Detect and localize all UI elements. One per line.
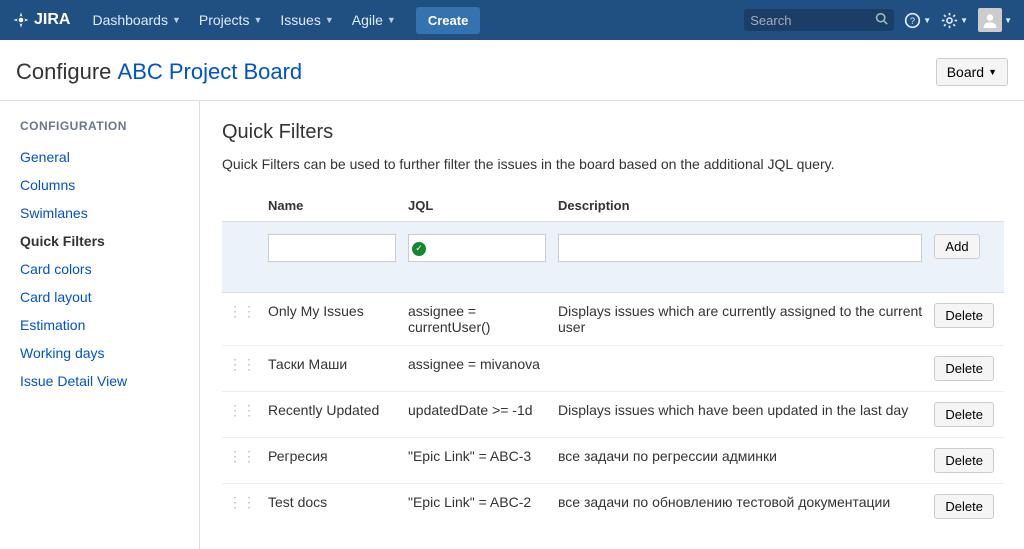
delete-button[interactable]: Delete xyxy=(934,356,994,381)
add-name-input[interactable] xyxy=(268,234,396,262)
sidebar-item-link[interactable]: Columns xyxy=(20,177,75,193)
sidebar-item[interactable]: General xyxy=(20,143,185,171)
sidebar-item-link[interactable]: General xyxy=(20,149,70,165)
sidebar: CONFIGURATION General Columns Swimlanes Qui… xyxy=(0,101,200,549)
page-header: Configure ABC Project Board Board ▼ xyxy=(0,40,1024,101)
sidebar-item[interactable]: Issue Detail View xyxy=(20,367,185,395)
sidebar-heading: CONFIGURATION xyxy=(20,119,185,133)
chevron-down-icon: ▼ xyxy=(960,16,968,25)
help-menu[interactable]: ? ▼ xyxy=(904,12,931,29)
filter-jql: "Epic Link" = ABC-3 xyxy=(402,437,552,483)
sidebar-item[interactable]: Card colors xyxy=(20,255,185,283)
chevron-down-icon: ▼ xyxy=(172,15,181,25)
sidebar-item-link[interactable]: Swimlanes xyxy=(20,205,88,221)
filter-row: ⋮⋮ Only My Issuesassignee = currentUser()… xyxy=(222,292,1004,345)
filter-name: Test docs xyxy=(262,483,402,529)
drag-handle-icon[interactable]: ⋮⋮ xyxy=(228,403,256,417)
help-icon: ? xyxy=(904,12,921,29)
top-nav: JIRA Dashboards▼ Projects▼ Issues▼ Agile… xyxy=(0,0,1024,40)
drag-handle-icon[interactable]: ⋮⋮ xyxy=(228,449,256,463)
sidebar-item-link[interactable]: Estimation xyxy=(20,317,85,333)
add-filter-row: ✓ Add xyxy=(222,222,1004,293)
sidebar-item[interactable]: Card layout xyxy=(20,283,185,311)
create-button[interactable]: Create xyxy=(416,7,480,34)
filter-description xyxy=(552,345,928,391)
filter-name: Recently Updated xyxy=(262,391,402,437)
sidebar-item-link[interactable]: Issue Detail View xyxy=(20,373,127,389)
col-name: Name xyxy=(262,190,402,222)
app-logo-text: JIRA xyxy=(34,11,70,29)
nav-dashboards[interactable]: Dashboards▼ xyxy=(84,4,188,36)
filters-table: Name JQL Description ✓ xyxy=(222,190,1004,529)
jql-valid-icon: ✓ xyxy=(412,242,426,256)
chevron-down-icon: ▼ xyxy=(325,15,334,25)
filter-row: ⋮⋮ Регресия"Epic Link" = ABC-3все задачи … xyxy=(222,437,1004,483)
nav-agile[interactable]: Agile▼ xyxy=(344,4,404,36)
nav-issues[interactable]: Issues▼ xyxy=(272,4,341,36)
filter-jql: updatedDate >= -1d xyxy=(402,391,552,437)
search-box[interactable] xyxy=(744,9,894,31)
filter-row: ⋮⋮ Test docs"Epic Link" = ABC-2все задачи… xyxy=(222,483,1004,529)
nav-items: Dashboards▼ Projects▼ Issues▼ Agile▼ Cre… xyxy=(84,4,480,36)
sidebar-item[interactable]: Estimation xyxy=(20,311,185,339)
filter-jql: assignee = mivanova xyxy=(402,345,552,391)
chevron-down-icon: ▼ xyxy=(387,15,396,25)
filter-description: все задачи по обновлению тестовой докуме… xyxy=(552,483,928,529)
filter-description: Displays issues which have been updated … xyxy=(552,391,928,437)
drag-handle-icon[interactable]: ⋮⋮ xyxy=(228,495,256,509)
board-name-link[interactable]: ABC Project Board xyxy=(118,59,303,84)
admin-menu[interactable]: ▼ xyxy=(941,12,968,29)
search-icon xyxy=(875,12,888,28)
user-menu[interactable]: ▼ xyxy=(978,8,1012,32)
filter-jql: assignee = currentUser() xyxy=(402,292,552,345)
content-heading: Quick Filters xyxy=(222,121,1004,144)
layout: CONFIGURATION General Columns Swimlanes Qui… xyxy=(0,101,1024,549)
drag-handle-icon[interactable]: ⋮⋮ xyxy=(228,304,256,318)
board-dropdown-button[interactable]: Board ▼ xyxy=(936,58,1008,86)
sidebar-item-link[interactable]: Card layout xyxy=(20,289,92,305)
nav-projects[interactable]: Projects▼ xyxy=(191,4,271,36)
search-input[interactable] xyxy=(750,13,875,28)
page-title: Configure ABC Project Board xyxy=(16,59,302,85)
sidebar-item[interactable]: Swimlanes xyxy=(20,199,185,227)
drag-handle-icon[interactable]: ⋮⋮ xyxy=(228,357,256,371)
col-description: Description xyxy=(552,190,928,222)
chevron-down-icon: ▼ xyxy=(988,67,997,77)
delete-button[interactable]: Delete xyxy=(934,402,994,427)
sidebar-item[interactable]: Working days xyxy=(20,339,185,367)
sidebar-item[interactable]: Columns xyxy=(20,171,185,199)
chevron-down-icon: ▼ xyxy=(923,16,931,25)
sidebar-list: General Columns Swimlanes Quick Filters Card… xyxy=(20,143,185,395)
filter-description: Displays issues which are currently assi… xyxy=(552,292,928,345)
nav-right: ? ▼ ▼ ▼ xyxy=(744,8,1012,32)
delete-button[interactable]: Delete xyxy=(934,303,994,328)
add-jql-input[interactable] xyxy=(408,234,546,262)
content: Quick Filters Quick Filters can be used … xyxy=(200,101,1024,549)
filter-description: все задачи по регрессии админки xyxy=(552,437,928,483)
filter-name: Регресия xyxy=(262,437,402,483)
filter-row: ⋮⋮ Recently UpdatedupdatedDate >= -1dDisp… xyxy=(222,391,1004,437)
avatar-icon xyxy=(978,8,1002,32)
filter-name: Таски Маши xyxy=(262,345,402,391)
add-description-input[interactable] xyxy=(558,234,922,262)
content-description: Quick Filters can be used to further fil… xyxy=(222,156,1004,172)
sidebar-item-link[interactable]: Quick Filters xyxy=(20,233,105,249)
chevron-down-icon: ▼ xyxy=(1004,16,1012,25)
filter-row: ⋮⋮ Таски Машиassignee = mivanova Delete xyxy=(222,345,1004,391)
chevron-down-icon: ▼ xyxy=(253,15,262,25)
jira-logo-icon xyxy=(12,11,30,29)
gear-icon xyxy=(941,12,958,29)
sidebar-item[interactable]: Quick Filters xyxy=(20,227,185,255)
app-logo[interactable]: JIRA xyxy=(12,11,70,29)
sidebar-item-link[interactable]: Working days xyxy=(20,345,105,361)
filter-name: Only My Issues xyxy=(262,292,402,345)
svg-text:?: ? xyxy=(910,15,915,25)
filter-jql: "Epic Link" = ABC-2 xyxy=(402,483,552,529)
delete-button[interactable]: Delete xyxy=(934,448,994,473)
add-button[interactable]: Add xyxy=(934,234,979,259)
sidebar-item-link[interactable]: Card colors xyxy=(20,261,92,277)
col-jql: JQL xyxy=(402,190,552,222)
